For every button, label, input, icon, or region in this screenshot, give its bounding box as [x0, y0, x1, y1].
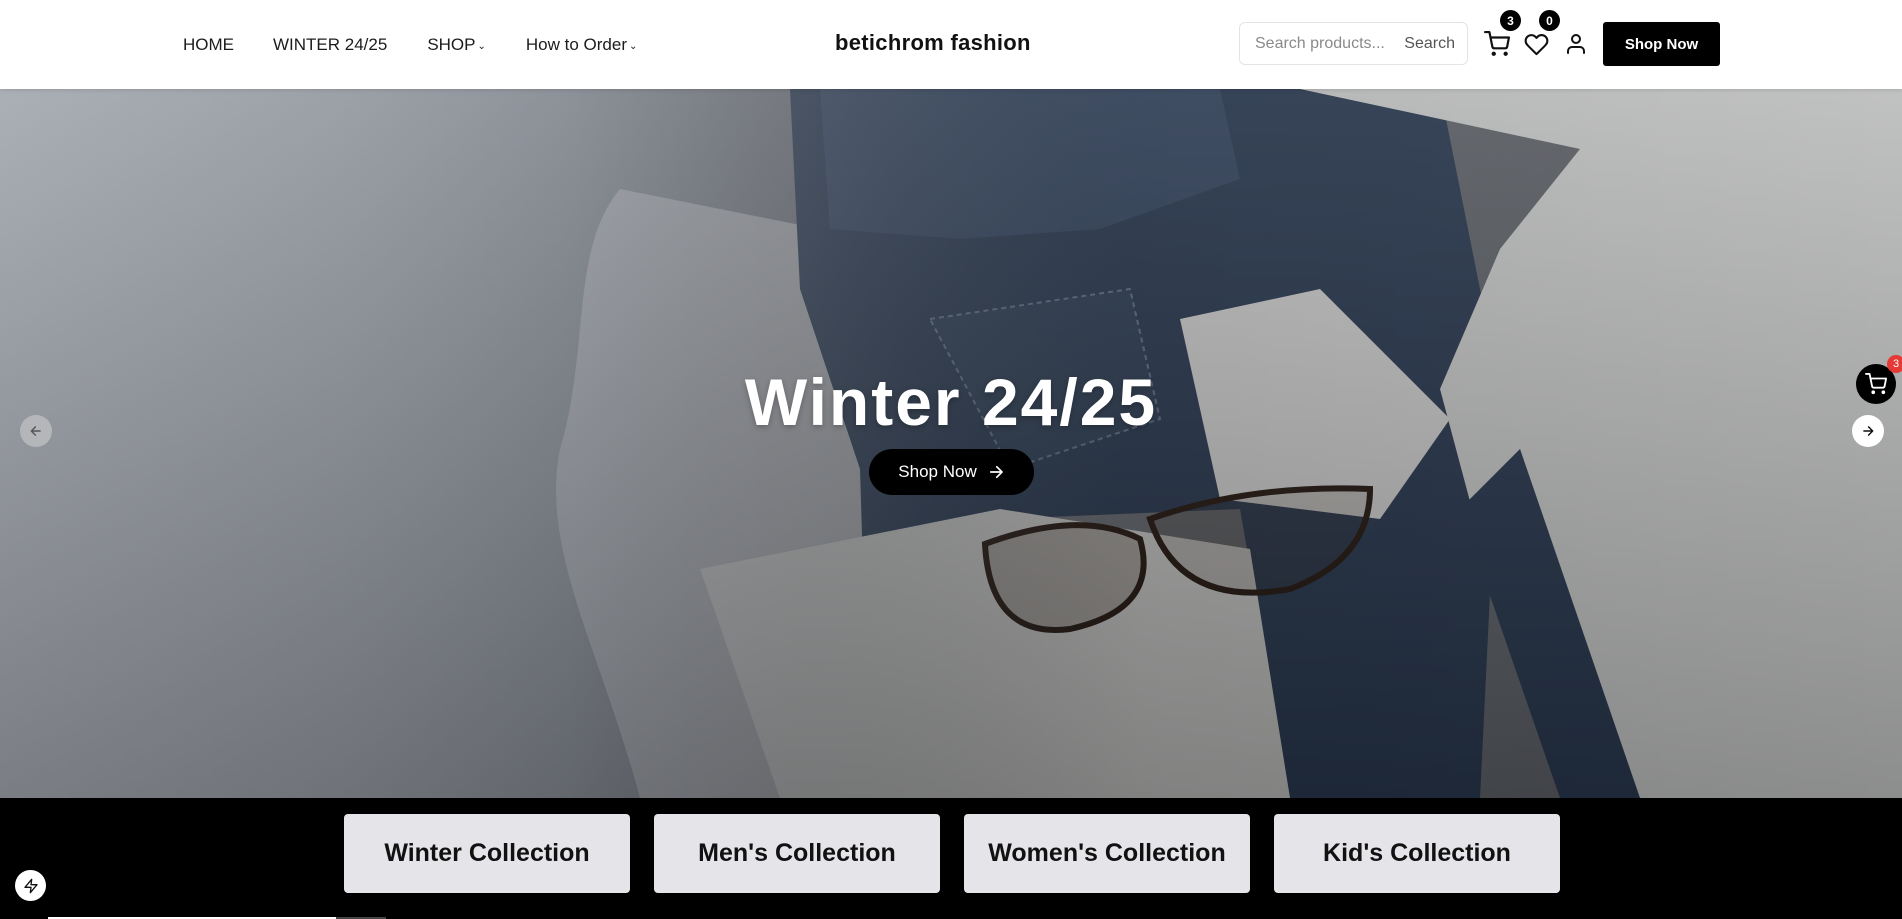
nav-home-label: HOME — [183, 34, 234, 54]
chevron-down-icon: ⌄ — [477, 41, 486, 52]
wishlist-count-badge: 0 — [1539, 10, 1560, 31]
nav-winter[interactable]: WINTER 24/25 — [273, 35, 387, 55]
arrow-left-icon — [30, 426, 41, 436]
arrow-right-icon — [1863, 426, 1874, 436]
cart-icon — [1865, 373, 1887, 395]
search-button[interactable]: Search — [1404, 35, 1455, 53]
heart-icon — [1524, 33, 1548, 55]
floating-cart-button[interactable]: 3 — [1856, 355, 1902, 404]
hero-shop-now-label: Shop Now — [898, 462, 977, 481]
chevron-down-icon: ⌄ — [628, 41, 638, 52]
search-box: Search — [1239, 22, 1468, 65]
search-input[interactable] — [1255, 34, 1395, 53]
cart-count-badge: 3 — [1500, 10, 1521, 31]
header-shop-now-button[interactable]: Shop Now — [1603, 22, 1720, 66]
nav-shop-label: SHOP — [427, 34, 476, 54]
nav-home[interactable]: HOME — [183, 35, 234, 55]
nav-how-to-order[interactable]: How to Order ⌄ — [526, 35, 637, 55]
collection-kids-button[interactable]: Kid's Collection — [1274, 814, 1560, 893]
collection-women-button[interactable]: Women's Collection — [964, 814, 1250, 893]
brand-logo[interactable]: betichrom fashion — [835, 30, 1031, 56]
hero-overlay — [0, 89, 1902, 798]
user-icon — [1567, 34, 1585, 54]
hero-banner: Winter 24/25 Shop Now 3 — [0, 89, 1902, 798]
bolt-icon — [23, 878, 38, 893]
wishlist-button[interactable]: 0 — [1522, 10, 1560, 58]
bolt-button[interactable] — [15, 870, 46, 901]
floating-cart-badge: 3 — [1887, 355, 1902, 373]
nav-winter-label: WINTER 24/25 — [273, 34, 388, 54]
collection-winter-button[interactable]: Winter Collection — [344, 814, 630, 893]
nav-how-to-order-label: How to Order — [525, 34, 627, 54]
cart-button[interactable]: 3 — [1483, 10, 1521, 58]
carousel-prev-button[interactable] — [20, 415, 52, 447]
collection-men-button[interactable]: Men's Collection — [654, 814, 940, 893]
arrow-right-icon — [989, 465, 1003, 479]
hero-title: Winter 24/25 — [744, 365, 1158, 439]
cart-icon — [1484, 31, 1510, 56]
hero-shop-now-button[interactable]: Shop Now — [869, 449, 1034, 495]
nav-shop[interactable]: SHOP ⌄ — [427, 35, 486, 55]
collections-bar: Winter Collection Men's Collection Women… — [0, 798, 1902, 919]
account-button[interactable] — [1562, 30, 1590, 58]
site-header: HOME WINTER 24/25 SHOP ⌄ How to Order ⌄ be… — [0, 0, 1902, 89]
carousel-next-button[interactable] — [1852, 415, 1884, 447]
main-nav: HOME WINTER 24/25 SHOP ⌄ How to Order ⌄ — [183, 0, 637, 89]
